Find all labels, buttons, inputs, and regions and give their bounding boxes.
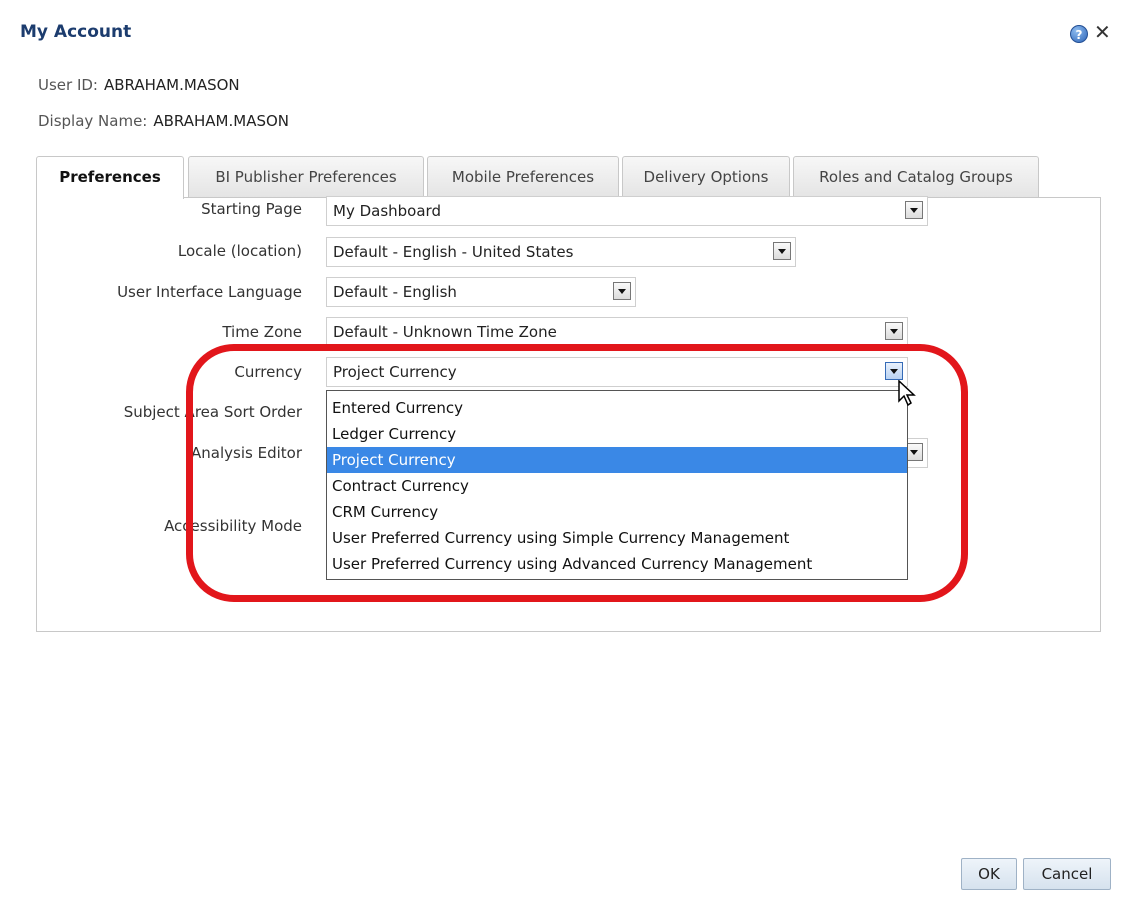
currency-option[interactable]: Ledger Currency xyxy=(327,421,907,447)
currency-value: Project Currency xyxy=(333,363,457,381)
display-name-value: ABRAHAM.MASON xyxy=(153,112,290,130)
accessibility-mode-label: Accessibility Mode xyxy=(164,517,302,535)
locale-select[interactable]: Default - English - United States xyxy=(326,237,796,267)
starting-page-label: Starting Page xyxy=(201,200,302,218)
chevron-down-icon[interactable] xyxy=(885,322,903,340)
close-icon[interactable]: ✕ xyxy=(1094,21,1111,43)
currency-option-selected[interactable]: Project Currency xyxy=(327,447,907,473)
chevron-down-icon[interactable] xyxy=(773,242,791,260)
locale-label: Locale (location) xyxy=(177,242,302,260)
currency-option[interactable]: Contract Currency xyxy=(327,473,907,499)
tab-mobile-preferences[interactable]: Mobile Preferences xyxy=(427,156,619,198)
dialog-title: My Account xyxy=(20,22,132,42)
user-id-label: User ID: xyxy=(38,76,98,94)
time-zone-label: Time Zone xyxy=(222,323,302,341)
chevron-down-icon[interactable] xyxy=(885,362,903,380)
starting-page-value: My Dashboard xyxy=(333,202,441,220)
subject-area-sort-label: Subject Area Sort Order xyxy=(123,403,302,421)
time-zone-select[interactable]: Default - Unknown Time Zone xyxy=(326,317,908,347)
currency-option[interactable]: CRM Currency xyxy=(327,499,907,525)
currency-option[interactable]: Entered Currency xyxy=(327,395,907,421)
ui-language-value: Default - English xyxy=(333,283,457,301)
ui-language-select[interactable]: Default - English xyxy=(326,277,636,307)
locale-value: Default - English - United States xyxy=(333,243,574,261)
help-icon[interactable]: ? xyxy=(1070,25,1088,43)
chevron-down-icon[interactable] xyxy=(613,282,631,300)
user-id-value: ABRAHAM.MASON xyxy=(104,76,240,94)
tab-preferences[interactable]: Preferences xyxy=(36,156,184,199)
chevron-down-icon[interactable] xyxy=(905,201,923,219)
analysis-editor-label: Analysis Editor xyxy=(191,444,302,462)
starting-page-select[interactable]: My Dashboard xyxy=(326,196,928,226)
currency-option[interactable]: User Preferred Currency using Simple Cur… xyxy=(327,525,907,551)
my-account-dialog: My Account ? ✕ User ID: ABRAHAM.MASON Dis… xyxy=(6,8,1118,893)
tab-bi-publisher-preferences[interactable]: BI Publisher Preferences xyxy=(188,156,424,198)
display-name-label: Display Name: xyxy=(38,112,148,130)
tab-delivery-options[interactable]: Delivery Options xyxy=(622,156,790,198)
currency-select[interactable]: Project Currency xyxy=(326,357,908,387)
time-zone-value: Default - Unknown Time Zone xyxy=(333,323,557,341)
display-name-row: Display Name: ABRAHAM.MASON xyxy=(38,112,289,130)
currency-dropdown-list[interactable]: Entered Currency Ledger Currency Project… xyxy=(326,390,908,580)
mouse-cursor-icon xyxy=(898,380,916,407)
currency-option[interactable]: User Preferred Currency using Advanced C… xyxy=(327,551,907,577)
currency-label: Currency xyxy=(234,363,302,381)
ui-language-label: User Interface Language xyxy=(117,283,302,301)
tab-roles-and-catalog-groups[interactable]: Roles and Catalog Groups xyxy=(793,156,1039,198)
user-id-row: User ID: ABRAHAM.MASON xyxy=(38,76,240,94)
cancel-button[interactable]: Cancel xyxy=(1023,858,1111,890)
ok-button[interactable]: OK xyxy=(961,858,1017,890)
